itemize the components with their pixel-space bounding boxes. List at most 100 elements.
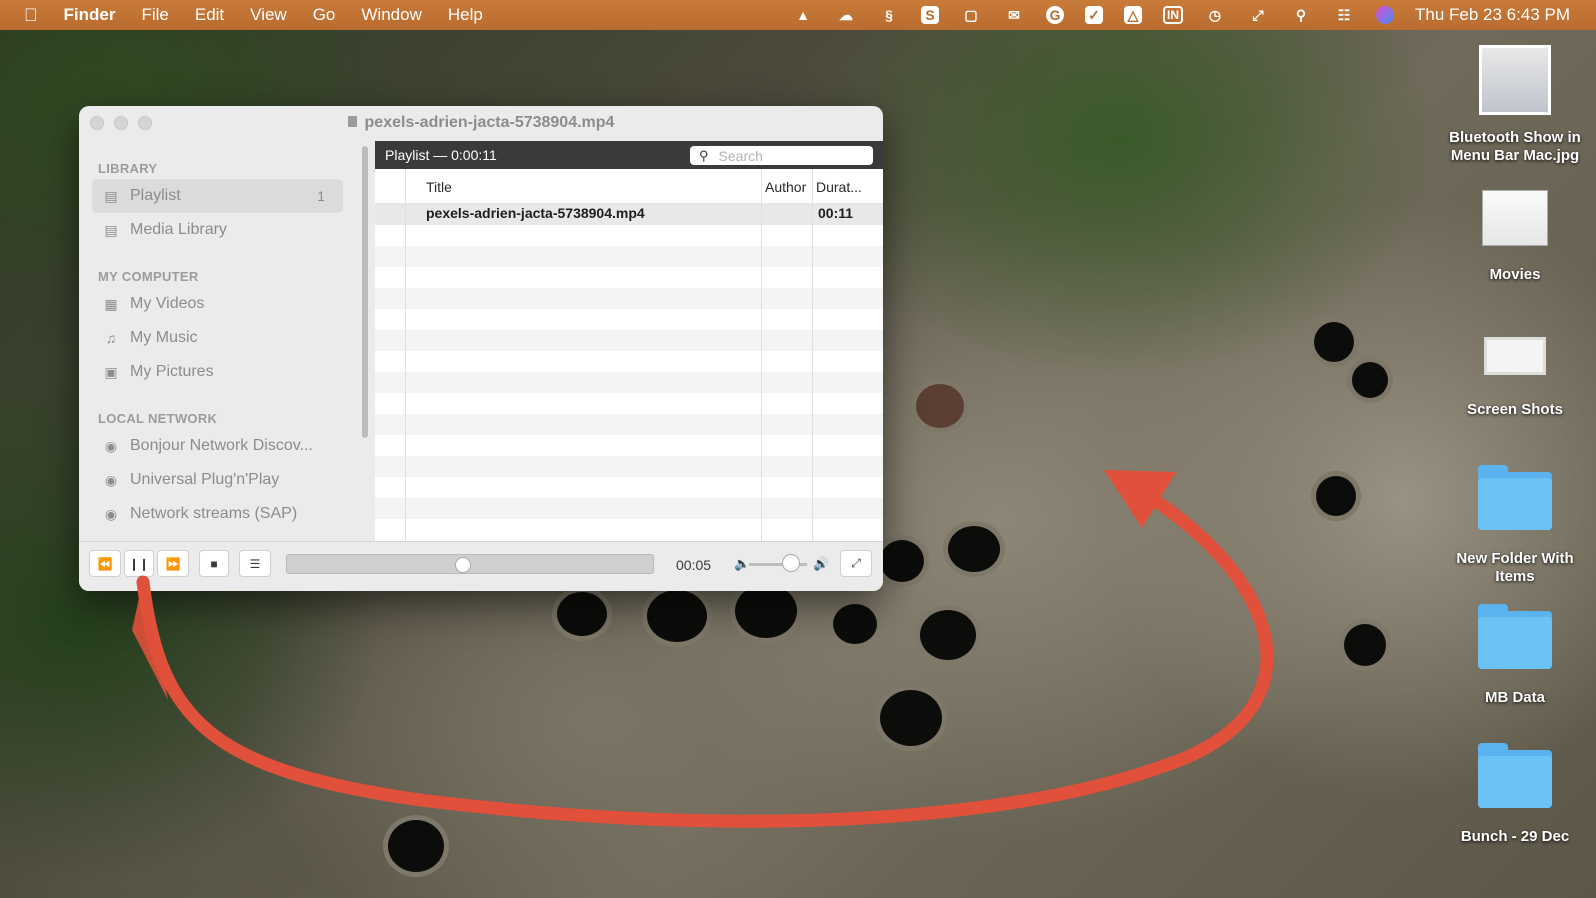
search-icon: ⚲ — [699, 147, 709, 163]
control-center-icon[interactable]: ☷ — [1333, 6, 1355, 24]
search-icon[interactable]: ⚲ — [1290, 6, 1312, 24]
pause-icon: ❙❙ — [128, 556, 150, 571]
siri-icon[interactable] — [1376, 6, 1395, 24]
mail-icon[interactable]: ✉ — [1003, 6, 1025, 24]
menu-file[interactable]: File — [141, 5, 168, 25]
section-library: LIBRARY — [98, 161, 158, 176]
search-input[interactable]: ⚲ Search — [690, 146, 873, 165]
sidebar-item-playlist[interactable]: ▤ Playlist 1 — [92, 179, 343, 213]
desktop-item-label: Bunch - 29 Dec — [1460, 828, 1570, 845]
fullscreen-button[interactable]: ⤢ — [840, 550, 872, 577]
vlc-icon[interactable]: ▲ — [792, 6, 814, 24]
fast-forward-icon: ⏩ — [165, 556, 181, 571]
menu-finder[interactable]: Finder — [64, 5, 116, 25]
sidebar-item-my-music[interactable]: ♫ My Music — [92, 321, 343, 355]
network-icon: ◉ — [104, 471, 118, 488]
cloud-icon[interactable]: ☁ — [835, 6, 857, 24]
scrivener-icon[interactable]: § — [878, 6, 900, 24]
sidebar-item-upnp[interactable]: ◉ Universal Plug'n'Play — [92, 463, 343, 497]
volume-handle[interactable] — [781, 554, 800, 572]
seek-handle[interactable] — [454, 557, 471, 573]
sidebar-item-my-pictures[interactable]: ▣ My Pictures — [92, 355, 343, 389]
window-title: pexels-adrien-jacta-5738904.mp4 — [79, 114, 883, 132]
playlist-pane: Playlist — 0:00:11 ⚲ Search Title Author… — [375, 141, 883, 541]
pause-button[interactable]: ❙❙ — [124, 550, 154, 577]
table-row[interactable]: pexels-adrien-jacta-5738904.mp4 00:11 — [375, 204, 883, 225]
clock[interactable]: Thu Feb 23 6:43 PM — [1415, 5, 1570, 25]
desktop-item-screen-shots[interactable]: Screen Shots — [1440, 337, 1590, 419]
fast-forward-button[interactable]: ⏩ — [157, 550, 189, 577]
skype-icon[interactable]: S — [921, 6, 940, 24]
window-title-text: pexels-adrien-jacta-5738904.mp4 — [364, 114, 615, 131]
media-library-icon: ▤ — [104, 221, 118, 238]
document-icon — [347, 116, 357, 127]
menu-edit[interactable]: Edit — [195, 5, 224, 25]
sidebar-scrollbar[interactable] — [362, 146, 368, 438]
grammarly-icon[interactable]: G — [1046, 6, 1065, 24]
menu-window[interactable]: Window — [361, 5, 421, 25]
row-duration: 00:11 — [818, 205, 854, 221]
folder-icon — [1478, 465, 1552, 530]
desktop-item-label: Screen Shots — [1467, 401, 1563, 418]
playlist-count-badge: 1 — [317, 188, 325, 204]
desktop-item-mb-data[interactable]: MB Data — [1440, 604, 1590, 707]
menu-bar:  Finder File Edit View Go Window Help ▲… — [0, 0, 1596, 30]
row-title: pexels-adrien-jacta-5738904.mp4 — [426, 205, 645, 221]
column-divider — [761, 169, 762, 541]
screenshot-icon[interactable]: ▢ — [960, 6, 982, 24]
desktop-item-new-folder[interactable]: New Folder With Items — [1440, 465, 1590, 586]
column-divider — [405, 169, 406, 541]
time-machine-icon[interactable]: ◷ — [1204, 6, 1226, 24]
rewind-icon: ⏪ — [97, 556, 113, 571]
title-bar[interactable]: pexels-adrien-jacta-5738904.mp4 — [79, 106, 883, 141]
sidebar-item-bonjour[interactable]: ◉ Bonjour Network Discov... — [92, 429, 343, 463]
empty-row — [375, 498, 883, 519]
column-author[interactable]: Author — [765, 179, 806, 195]
column-header: Title Author Durat... — [375, 169, 883, 204]
column-divider — [812, 169, 813, 541]
apple-icon[interactable]:  — [24, 5, 38, 26]
menu-help[interactable]: Help — [448, 5, 483, 25]
status-bar: ▲ ☁ § S ▢ ✉ G ✓ △ IN ◷ ⤢ ⚲ ☷ Thu Feb 23 … — [792, 0, 1596, 30]
sidebar-item-label: My Music — [130, 329, 198, 346]
sidebar-item-media-library[interactable]: ▤ Media Library — [92, 213, 343, 247]
volume-low-icon[interactable]: 🔈 — [734, 556, 750, 572]
image-thumbnail-icon — [1479, 45, 1551, 115]
search-placeholder: Search — [718, 147, 763, 164]
network-icon: ◉ — [104, 505, 118, 522]
menu-go[interactable]: Go — [313, 5, 336, 25]
column-title[interactable]: Title — [426, 179, 452, 195]
drive-icon[interactable]: △ — [1124, 6, 1143, 24]
vlc-window: pexels-adrien-jacta-5738904.mp4 LIBRARY … — [79, 106, 883, 591]
sidebar-item-my-videos[interactable]: ▦ My Videos — [92, 287, 343, 321]
volume-high-icon[interactable]: 🔊 — [813, 556, 829, 572]
desktop-item-bunch[interactable]: Bunch - 29 Dec — [1440, 743, 1590, 846]
menu-view[interactable]: View — [250, 5, 287, 25]
film-icon: ▦ — [104, 295, 118, 312]
empty-row — [375, 288, 883, 309]
empty-row — [375, 330, 883, 351]
column-duration[interactable]: Durat... — [816, 179, 862, 195]
sidebar-item-label: Bonjour Network Discov... — [130, 437, 313, 454]
input-icon[interactable]: IN — [1163, 6, 1184, 24]
image-thumbnail-icon — [1484, 337, 1546, 375]
desktop-item-label: MB Data — [1484, 689, 1545, 706]
sidebar-item-label: My Pictures — [130, 363, 214, 380]
sidebar-item-label: Playlist — [130, 187, 181, 204]
check-icon[interactable]: ✓ — [1085, 6, 1104, 24]
rewind-button[interactable]: ⏪ — [89, 550, 121, 577]
playlist-title: Playlist — 0:00:11 — [385, 147, 497, 163]
stop-button[interactable]: ■ — [199, 550, 229, 577]
desktop-item-movies[interactable]: Movies — [1440, 190, 1590, 284]
desktop-item-label: Movies — [1489, 266, 1541, 283]
section-my-computer: MY COMPUTER — [98, 269, 199, 284]
playlist-toggle-button[interactable]: ☰ — [239, 550, 271, 577]
elapsed-time: 00:05 — [676, 557, 712, 573]
arrow-tail — [132, 580, 168, 700]
desktop-item-bluetooth-jpg[interactable]: Bluetooth Show in Menu Bar Mac.jpg — [1440, 45, 1590, 165]
folder-icon — [1478, 604, 1552, 669]
expand-icon[interactable]: ⤢ — [1247, 6, 1269, 24]
list-icon: ☰ — [249, 556, 261, 571]
sidebar-item-sap[interactable]: ◉ Network streams (SAP) — [92, 497, 343, 531]
playlist-icon: ▤ — [104, 187, 118, 204]
